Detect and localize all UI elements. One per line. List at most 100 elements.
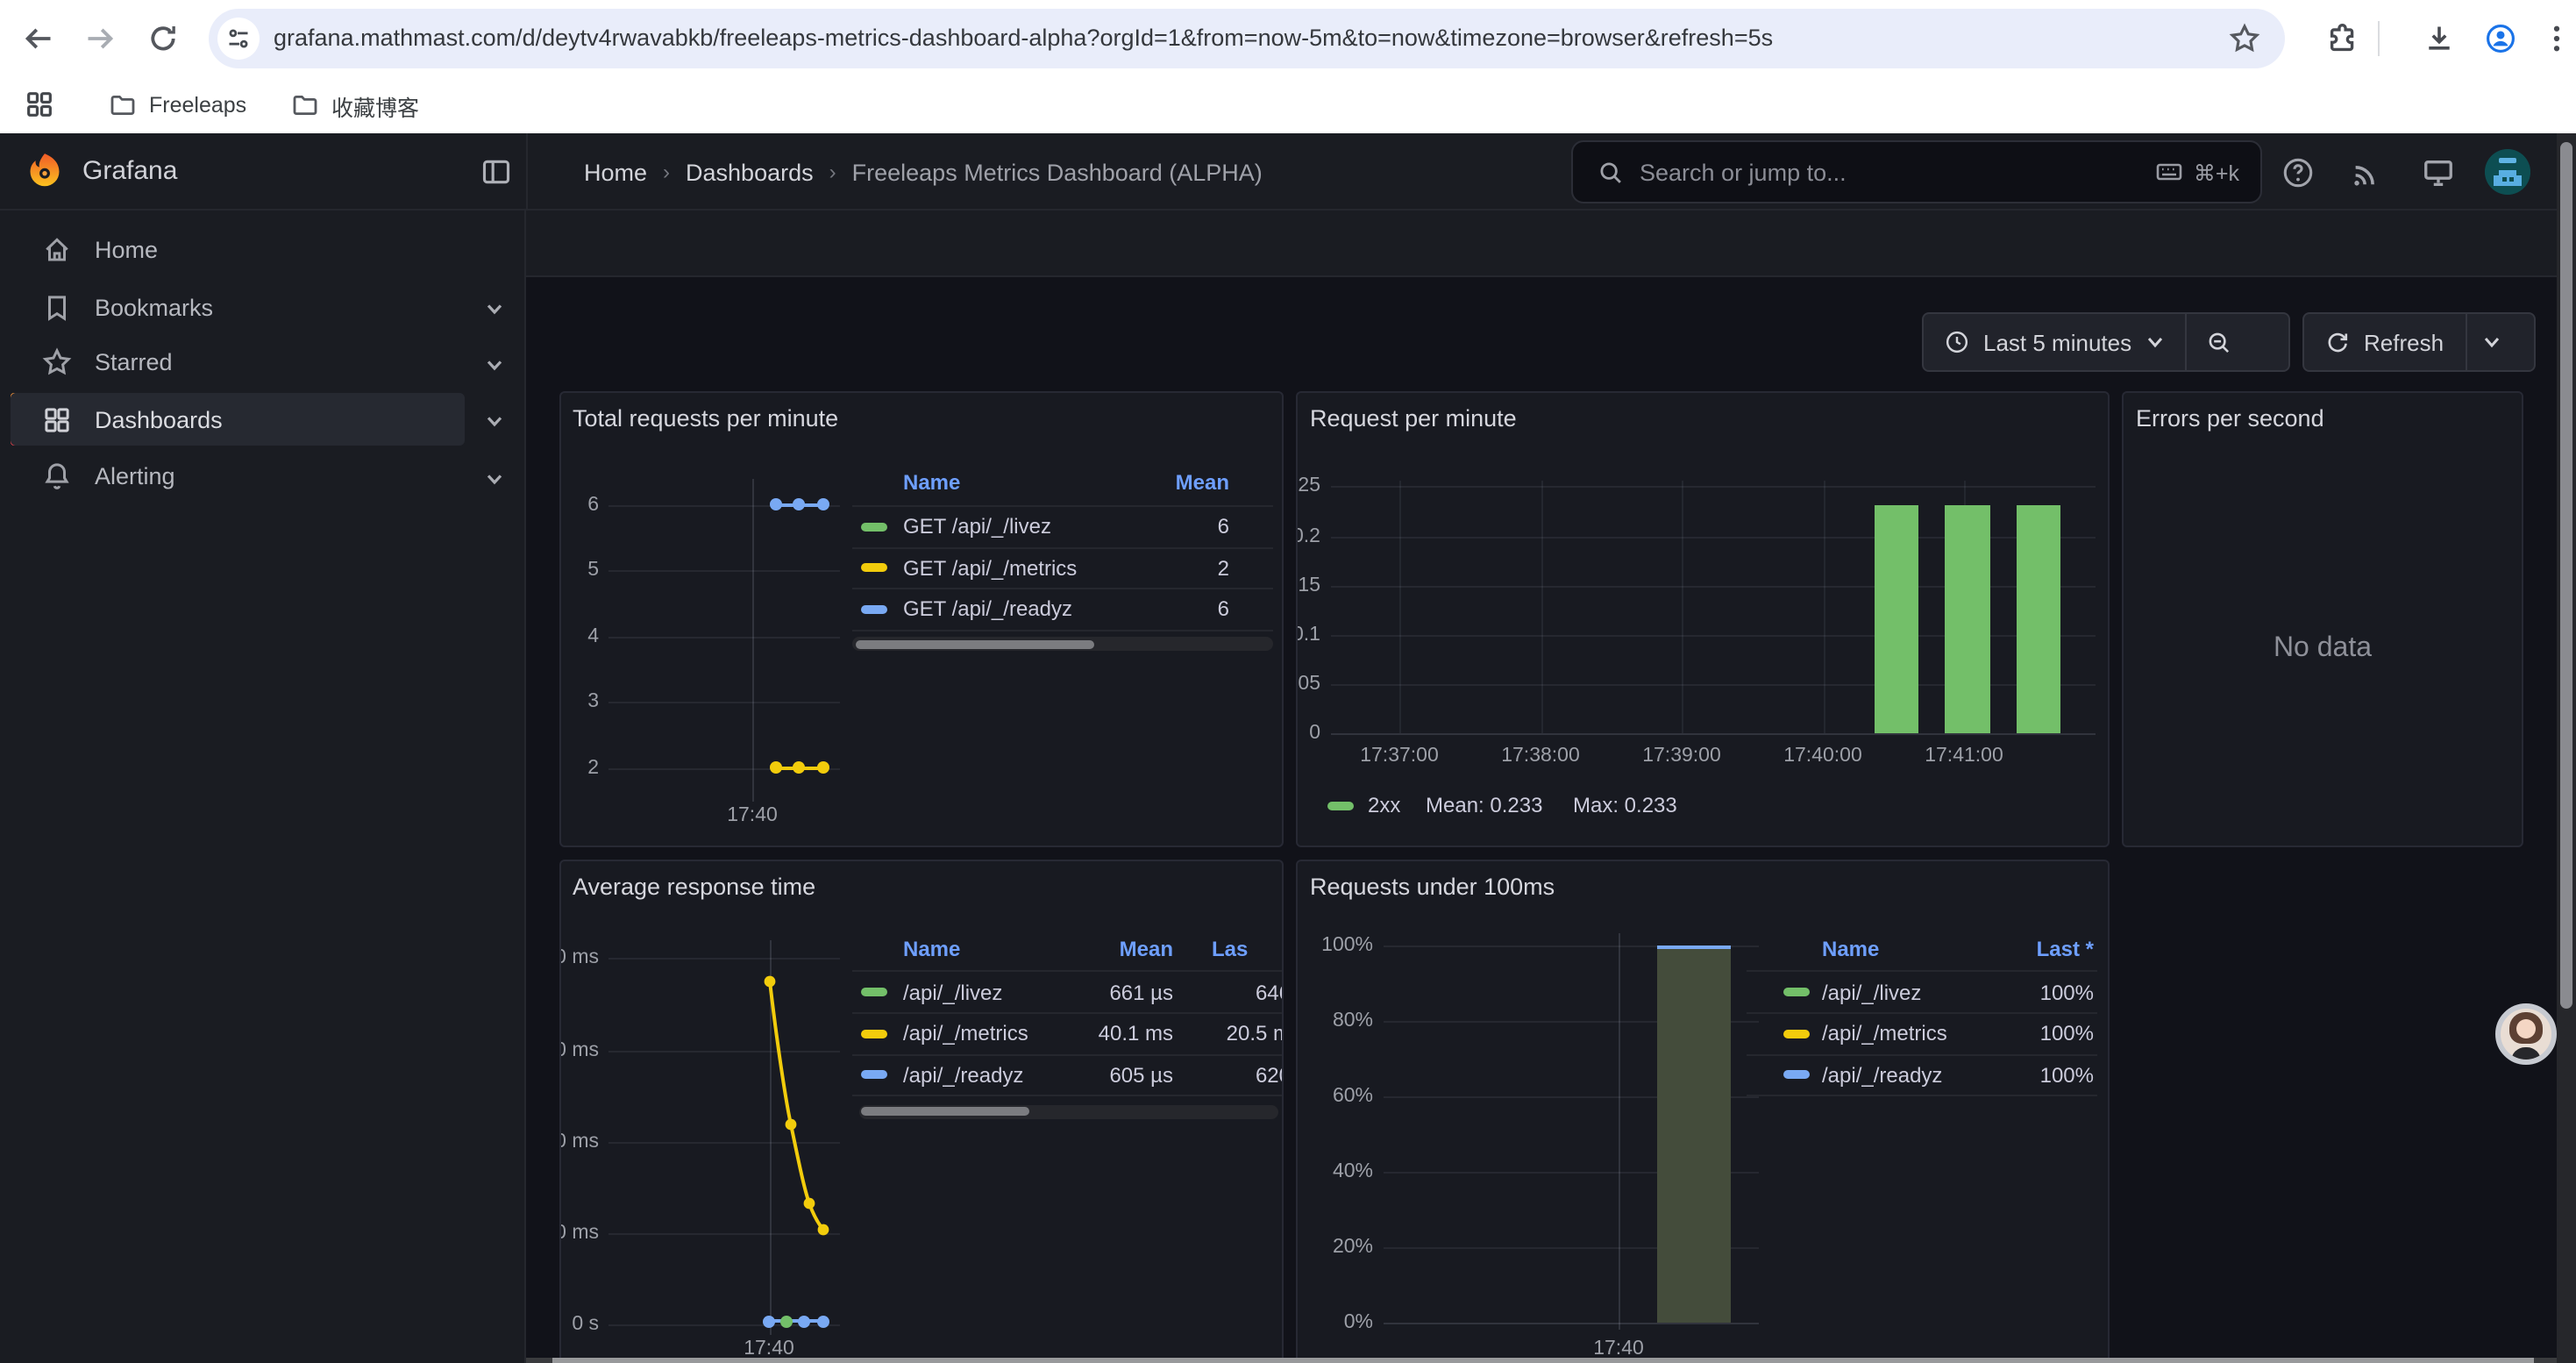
url-text[interactable]: grafana.mathmast.com/d/deytv4rwavabkb/fr… [274, 9, 1773, 68]
y-tick: 20 ms [559, 1220, 599, 1245]
breadcrumb-home[interactable]: Home [584, 159, 647, 185]
legend-table: Name Last * /api/_/livez 100% /api/_/met… [1747, 934, 2097, 1127]
no-data-message: No data [2124, 632, 2522, 664]
page-scrollbar-horizontal[interactable] [526, 1358, 2557, 1363]
legend-name[interactable]: /api/_/livez [903, 980, 1002, 1004]
legend-mean: 661 µs [1068, 980, 1173, 1004]
legend-name[interactable]: GET /api/_/livez [903, 514, 1051, 539]
kebab-menu-icon [2541, 23, 2572, 54]
forward-button[interactable] [84, 23, 116, 54]
time-range-group: Last 5 minutes [1922, 312, 2290, 372]
refresh-interval-button[interactable] [2466, 314, 2516, 370]
y-tick: 0 [1296, 721, 1320, 746]
y-tick: 5 [560, 558, 599, 582]
legend-name[interactable]: /api/_/metrics [903, 1021, 1028, 1045]
page-scrollbar-vertical[interactable] [2557, 133, 2576, 1363]
row-divider [852, 588, 1273, 589]
row-divider [852, 970, 1284, 972]
back-button[interactable] [23, 23, 54, 54]
bookmark-folder-blog[interactable]: 收藏博客 [281, 84, 430, 126]
legend-name[interactable]: GET /api/_/readyz [903, 596, 1072, 621]
panel-title[interactable]: Total requests per minute [573, 404, 838, 431]
reload-icon [147, 23, 179, 54]
sidebar-collapse-button[interactable] [480, 156, 512, 188]
legend-value: 6 [1218, 514, 1229, 539]
time-range-picker[interactable]: Last 5 minutes [1924, 314, 2184, 370]
panel-title[interactable]: Errors per second [2136, 404, 2324, 431]
browser-toolbar: grafana.mathmast.com/d/deytv4rwavabkb/fr… [0, 0, 2576, 77]
brand-label: Grafana [82, 133, 177, 211]
legend-series[interactable]: 2xx [1368, 793, 1400, 817]
legend-name[interactable]: /api/_/livez [1822, 980, 1921, 1004]
zoom-out-button[interactable] [2186, 314, 2251, 370]
gridline [608, 702, 840, 703]
data-point [769, 498, 781, 510]
legend-header-name[interactable]: Name [1822, 936, 1879, 960]
legend-last: 646 [1212, 980, 1284, 1004]
panel-title[interactable]: Request per minute [1310, 404, 1517, 431]
legend-name[interactable]: /api/_/readyz [903, 1062, 1023, 1087]
chevron-down-icon[interactable] [484, 352, 505, 373]
legend-scrollbar[interactable] [852, 637, 1273, 651]
legend-header-last[interactable]: Last * [2037, 936, 2094, 960]
y-tick: 100% [1303, 932, 1373, 957]
y-tick: 0.2 [1296, 524, 1320, 548]
panel-title[interactable]: Average response time [573, 873, 815, 899]
legend-scrollbar-thumb[interactable] [861, 1107, 1029, 1116]
legend-header-last[interactable]: Las [1212, 936, 1248, 960]
bar-under-100ms [1656, 945, 1730, 1323]
floating-assistant-avatar[interactable] [2495, 1003, 2557, 1065]
kiosk-mode-button[interactable] [2422, 156, 2455, 189]
page-scrollbar-horizontal-thumb[interactable] [552, 1358, 2534, 1363]
chevron-down-icon[interactable] [484, 296, 505, 318]
home-icon [42, 235, 72, 265]
profile-button[interactable] [2485, 23, 2516, 54]
help-button[interactable] [2281, 156, 2315, 189]
sidebar-item-alerting[interactable]: Alerting [11, 450, 465, 503]
breadcrumb-dashboards[interactable]: Dashboards [686, 159, 814, 185]
sidebar-item-label: Home [95, 237, 158, 263]
folder-icon [109, 91, 137, 119]
x-tick: 17:39:00 [1629, 743, 1734, 767]
browser-menu-button[interactable] [2541, 23, 2572, 54]
extensions-button[interactable] [2327, 23, 2359, 54]
bar-2xx [2016, 505, 2060, 733]
sidebar-item-bookmarks[interactable]: Bookmarks [11, 281, 465, 333]
chevron-down-icon[interactable] [484, 409, 505, 430]
site-settings-button[interactable] [217, 18, 260, 60]
series-swatch [861, 522, 887, 531]
bookmark-folder-freeleaps[interactable]: Freeleaps [98, 84, 257, 126]
sidebar-item-starred[interactable]: Starred [11, 336, 465, 389]
legend-name[interactable]: GET /api/_/metrics [903, 555, 1077, 580]
legend-name[interactable]: /api/_/readyz [1822, 1062, 1942, 1087]
address-bar[interactable]: grafana.mathmast.com/d/deytv4rwavabkb/fr… [209, 9, 2285, 68]
page-scrollbar-thumb[interactable] [2560, 142, 2572, 1009]
user-avatar[interactable] [2485, 149, 2530, 195]
news-button[interactable] [2350, 156, 2383, 189]
legend-header-name[interactable]: Name [903, 936, 960, 960]
refresh-button[interactable]: Refresh [2304, 314, 2465, 370]
sidebar-item-dashboards[interactable]: Dashboards [11, 393, 465, 446]
chevron-down-icon[interactable] [484, 466, 505, 487]
legend-header-name[interactable]: Name [903, 469, 960, 494]
reload-button[interactable] [147, 23, 179, 54]
sidebar-item-home[interactable]: Home [11, 224, 465, 276]
keyboard-icon [2155, 158, 2183, 186]
downloads-button[interactable] [2423, 23, 2455, 54]
bookmark-page-button[interactable] [2229, 23, 2260, 54]
apps-grid-button[interactable] [25, 89, 54, 119]
legend-scrollbar[interactable] [859, 1104, 1278, 1118]
gridline [1541, 480, 1542, 732]
series-swatch [861, 563, 887, 572]
legend-header-mean[interactable]: Mean [1068, 936, 1173, 960]
avatar-image [2485, 149, 2530, 195]
tune-icon [226, 26, 251, 51]
legend-last: 620 [1212, 1062, 1284, 1087]
legend-scrollbar-thumb[interactable] [856, 639, 1094, 648]
search-input[interactable]: Search or jump to... ⌘+k [1571, 140, 2262, 203]
panel-title[interactable]: Requests under 100ms [1310, 873, 1555, 899]
folder-icon [291, 91, 319, 119]
legend-name[interactable]: /api/_/metrics [1822, 1021, 1947, 1045]
legend-header-mean[interactable]: Mean [1176, 469, 1229, 494]
x-tick: 17:40 [700, 803, 805, 827]
